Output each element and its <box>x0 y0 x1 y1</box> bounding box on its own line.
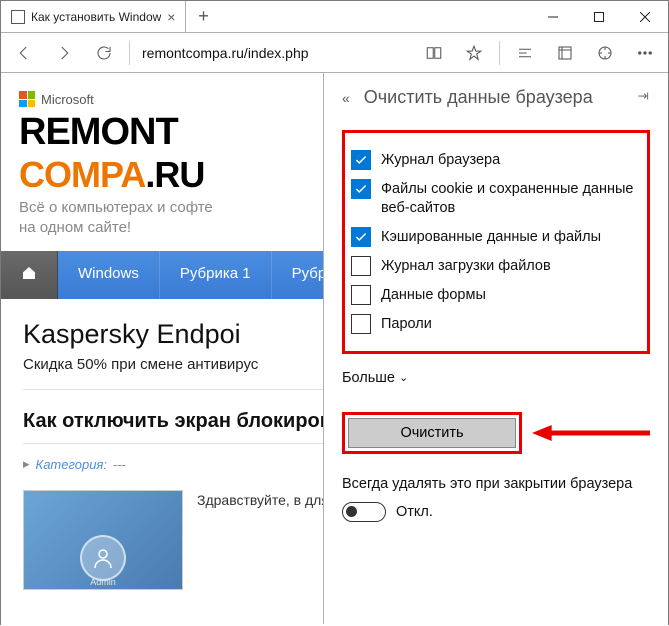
clear-data-panel: « Очистить данные браузера Журнал браузе… <box>323 73 668 624</box>
panel-back-icon[interactable]: « <box>342 90 350 106</box>
category-label: Категория: <box>36 457 107 472</box>
thumb-label: Admin <box>90 577 116 587</box>
window-minimize-button[interactable] <box>530 1 576 32</box>
favorite-icon[interactable] <box>455 35 493 71</box>
new-tab-button[interactable]: + <box>186 1 220 32</box>
always-delete-label: Всегда удалять это при закрытии браузера <box>342 476 650 492</box>
checkbox[interactable] <box>351 227 371 247</box>
browser-tab[interactable]: Как установить Window × <box>1 1 186 32</box>
refresh-button[interactable] <box>85 35 123 71</box>
titlebar: Как установить Window × + <box>1 1 668 33</box>
chevron-down-icon: ⌄ <box>399 371 408 384</box>
more-icon[interactable] <box>626 35 664 71</box>
checkbox[interactable] <box>351 256 371 276</box>
category-value: --- <box>113 457 126 472</box>
always-delete-toggle[interactable] <box>342 502 386 522</box>
clear-button[interactable]: Очистить <box>348 418 516 448</box>
checkbox-label: Журнал загрузки файлов <box>381 256 551 276</box>
webnote-icon[interactable] <box>546 35 584 71</box>
divider <box>499 41 500 65</box>
checkbox-row[interactable]: Данные формы <box>351 285 641 305</box>
checkbox-label: Пароли <box>381 314 432 334</box>
window-close-button[interactable] <box>622 1 668 32</box>
checkbox[interactable] <box>351 285 371 305</box>
checkbox-row[interactable]: Пароли <box>351 314 641 334</box>
checkbox-row[interactable]: Файлы cookie и сохраненные данные веб-са… <box>351 179 641 218</box>
window-maximize-button[interactable] <box>576 1 622 32</box>
checkbox-row[interactable]: Журнал браузера <box>351 150 641 170</box>
toggle-state-label: Откл. <box>396 504 433 520</box>
annotation-arrow <box>532 424 650 442</box>
checkbox-row[interactable]: Журнал загрузки файлов <box>351 256 641 276</box>
back-button[interactable] <box>5 35 43 71</box>
address-bar[interactable]: remontcompa.ru/index.php <box>136 45 356 61</box>
checkbox-highlight: Журнал браузера Файлы cookie и сохраненны… <box>342 130 650 354</box>
checkbox-label: Журнал браузера <box>381 150 500 170</box>
avatar-icon <box>80 535 126 581</box>
chevron-right-icon: ▸ <box>23 456 30 472</box>
checkbox-row[interactable]: Кэшированные данные и файлы <box>351 227 641 247</box>
tab-close-icon[interactable]: × <box>167 9 175 25</box>
more-link[interactable]: Больше ⌄ <box>342 370 650 386</box>
clear-button-highlight: Очистить <box>342 412 522 454</box>
panel-title: Очистить данные браузера <box>364 87 593 108</box>
pin-icon[interactable] <box>636 87 650 108</box>
article-thumb[interactable]: Admin <box>23 490 183 590</box>
ms-logo-icon <box>19 91 35 107</box>
checkbox-label: Данные формы <box>381 285 486 305</box>
checkbox[interactable] <box>351 179 371 199</box>
tab-title: Как установить Window <box>31 10 161 24</box>
divider <box>129 41 130 65</box>
nav-windows[interactable]: Windows <box>58 251 160 299</box>
nav-rubrika1[interactable]: Рубрика 1 <box>160 251 272 299</box>
checkbox[interactable] <box>351 314 371 334</box>
ms-label: Microsoft <box>41 92 94 107</box>
checkbox-label: Кэшированные данные и файлы <box>381 227 601 247</box>
hub-icon[interactable] <box>506 35 544 71</box>
toolbar: remontcompa.ru/index.php <box>1 33 668 73</box>
home-icon <box>21 265 37 281</box>
nav-home[interactable] <box>1 251 58 299</box>
checkbox-label: Файлы cookie и сохраненные данные веб-са… <box>381 179 641 218</box>
reading-view-icon[interactable] <box>415 35 453 71</box>
share-icon[interactable] <box>586 35 624 71</box>
forward-button[interactable] <box>45 35 83 71</box>
tab-favicon <box>11 10 25 24</box>
checkbox[interactable] <box>351 150 371 170</box>
